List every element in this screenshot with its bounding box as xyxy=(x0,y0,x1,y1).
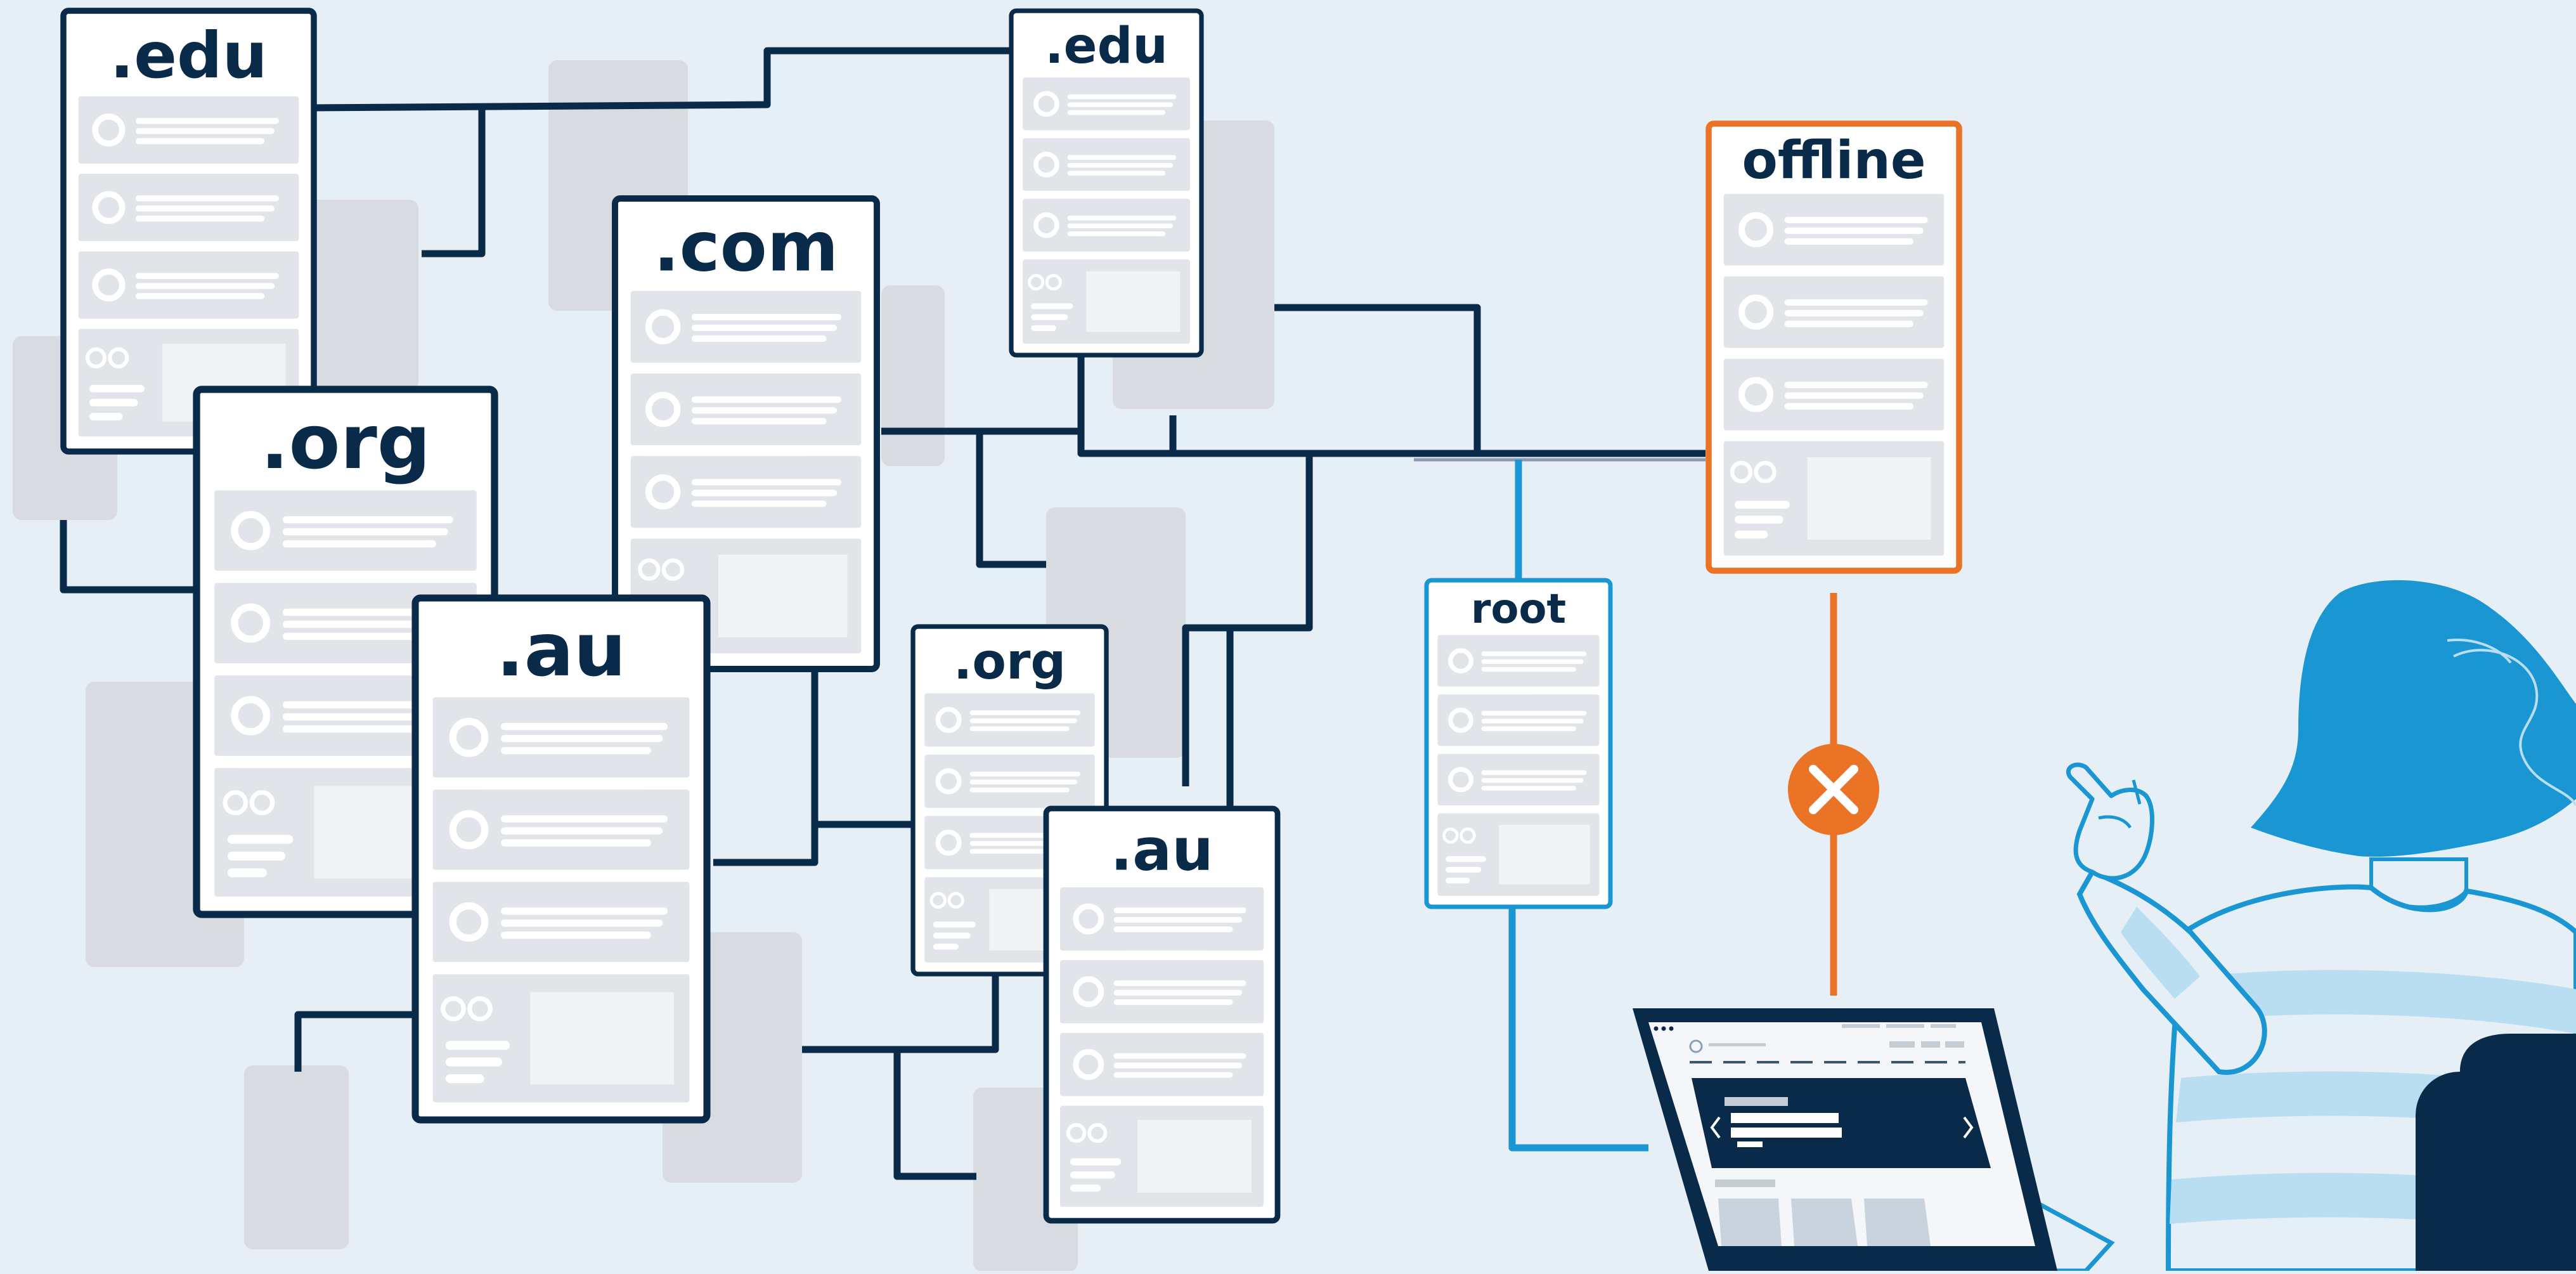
media-block xyxy=(1059,1105,1264,1207)
server-label: .au xyxy=(1110,816,1214,884)
list-row xyxy=(432,790,690,870)
list-row xyxy=(1723,358,1945,431)
list-row xyxy=(630,290,862,363)
list-row xyxy=(214,490,477,571)
list-row xyxy=(1059,887,1264,951)
list-row xyxy=(924,754,1095,808)
server-card-root: root xyxy=(1424,578,1613,909)
list-row xyxy=(1023,138,1190,191)
image-placeholder xyxy=(1807,457,1931,540)
list-row xyxy=(1437,635,1600,687)
list-row xyxy=(1723,193,1945,266)
list-row xyxy=(78,251,299,319)
server-card-edu: .edu xyxy=(60,8,317,455)
dns-diagram: .edu .com .edu .org .au .org .au root offline xyxy=(0,0,2576,1273)
list-row xyxy=(1437,694,1600,746)
media-block xyxy=(1723,441,1945,556)
media-block xyxy=(1437,813,1600,896)
list-row xyxy=(78,96,299,164)
server-label: .au xyxy=(496,608,626,693)
server-card-au-2: .au xyxy=(1043,805,1281,1224)
list-row xyxy=(630,456,862,528)
server-label: .org xyxy=(954,634,1066,691)
server-label: .org xyxy=(261,398,431,486)
list-row xyxy=(1723,276,1945,348)
list-row xyxy=(1023,77,1190,131)
list-row xyxy=(432,881,690,963)
broken-connector xyxy=(1788,593,1879,996)
list-row xyxy=(924,693,1095,747)
list-row xyxy=(1059,960,1264,1024)
list-row xyxy=(1437,753,1600,806)
server-card-au: .au xyxy=(411,594,711,1124)
server-label: root xyxy=(1471,586,1566,633)
list-row xyxy=(78,174,299,242)
server-label: .com xyxy=(654,207,839,287)
image-placeholder xyxy=(718,554,848,637)
list-row xyxy=(630,373,862,446)
image-placeholder xyxy=(1499,824,1590,885)
server-label: .edu xyxy=(110,18,268,93)
list-row xyxy=(1059,1032,1264,1096)
server-label: offline xyxy=(1742,131,1926,191)
laptop-icon xyxy=(1633,1008,2057,1271)
media-block xyxy=(432,974,690,1103)
image-placeholder xyxy=(1086,271,1181,332)
image-placeholder xyxy=(1137,1119,1252,1193)
image-placeholder xyxy=(530,992,675,1085)
list-row xyxy=(1023,198,1190,252)
server-card-offline: offline xyxy=(1705,120,1962,574)
list-row xyxy=(432,697,690,777)
server-card-edu-2: .edu xyxy=(1009,8,1204,358)
media-block xyxy=(1023,259,1190,344)
server-label: .edu xyxy=(1045,18,1168,75)
diagram-canvas: .edu .com .edu .org .au .org .au root offline xyxy=(13,8,2576,1273)
